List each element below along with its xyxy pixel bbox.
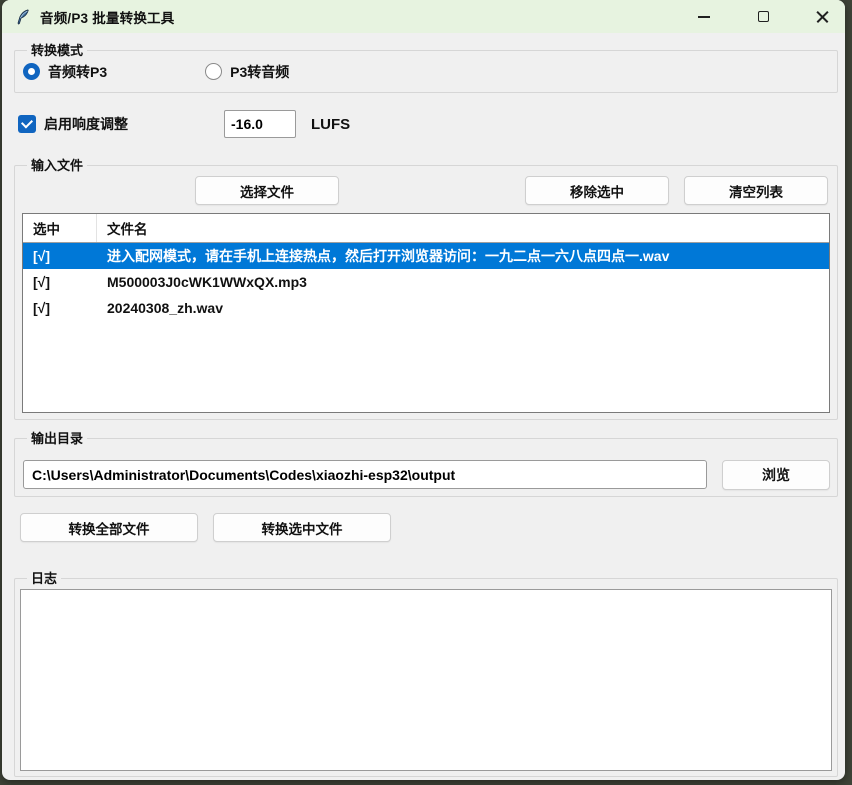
- mode-group-label: 转换模式: [27, 42, 87, 59]
- log-groupbox: 日志: [14, 578, 838, 777]
- radio-unselected-icon: [205, 63, 222, 80]
- row-checkmark: [√]: [23, 300, 97, 316]
- column-header-filename[interactable]: 文件名: [97, 214, 829, 242]
- minimize-button[interactable]: [681, 0, 727, 33]
- browse-button[interactable]: 浏览: [722, 460, 830, 490]
- close-icon: [816, 10, 829, 23]
- window-title: 音频/P3 批量转换工具: [40, 7, 174, 27]
- file-table: 选中 文件名 [√] 进入配网模式，请在手机上连接热点，然后打开浏览器访问：一九…: [22, 213, 830, 413]
- output-dir-groupbox: 输出目录 浏览: [14, 438, 838, 497]
- column-header-checked[interactable]: 选中: [23, 214, 97, 242]
- radio-p3-to-audio-label: P3转音频: [230, 62, 289, 82]
- convert-actions-row: 转换全部文件 转换选中文件: [20, 513, 838, 542]
- remove-selected-button[interactable]: 移除选中: [525, 176, 669, 205]
- input-files-groupbox: 输入文件 选择文件 移除选中 清空列表 选中 文件名 [√] 进入配网模式，请在…: [14, 165, 838, 420]
- select-files-button[interactable]: 选择文件: [195, 176, 339, 205]
- table-row[interactable]: [√] 进入配网模式，请在手机上连接热点，然后打开浏览器访问：一九二点一六八点四…: [23, 243, 829, 269]
- radio-selected-icon: [23, 63, 40, 80]
- maximize-icon: [758, 11, 769, 22]
- loudness-row: 启用响度调整 LUFS: [18, 110, 838, 138]
- row-filename: 20240308_zh.wav: [97, 300, 829, 316]
- radio-audio-to-p3-label: 音频转P3: [48, 62, 107, 82]
- feather-app-icon: [14, 8, 32, 26]
- minimize-icon: [698, 16, 710, 18]
- close-button[interactable]: [799, 0, 845, 33]
- loudness-checkbox-label: 启用响度调整: [44, 114, 128, 134]
- loudness-value-input[interactable]: [224, 110, 296, 138]
- log-textarea[interactable]: [20, 589, 832, 771]
- mode-options-row: 音频转P3 P3转音频: [15, 51, 837, 92]
- maximize-button[interactable]: [740, 0, 786, 33]
- clear-list-button[interactable]: 清空列表: [684, 176, 828, 205]
- window-body: 转换模式 音频转P3 P3转音频 启用响度调整 LUFS 输入文件 选择文件: [2, 50, 845, 777]
- radio-audio-to-p3[interactable]: 音频转P3: [23, 62, 107, 82]
- titlebar[interactable]: 音频/P3 批量转换工具: [2, 0, 845, 33]
- file-table-header: 选中 文件名: [23, 214, 829, 243]
- table-row[interactable]: [√] 20240308_zh.wav: [23, 295, 829, 321]
- row-filename: M500003J0cWK1WWxQX.mp3: [97, 274, 829, 290]
- row-checkmark: [√]: [23, 274, 97, 290]
- output-path-input[interactable]: [23, 460, 707, 489]
- radio-p3-to-audio[interactable]: P3转音频: [205, 62, 289, 82]
- convert-selected-button[interactable]: 转换选中文件: [213, 513, 391, 542]
- row-filename: 进入配网模式，请在手机上连接热点，然后打开浏览器访问：一九二点一六八点四点一.w…: [97, 246, 829, 266]
- lufs-unit-label: LUFS: [311, 116, 350, 133]
- mode-groupbox: 转换模式 音频转P3 P3转音频: [14, 50, 838, 93]
- convert-all-button[interactable]: 转换全部文件: [20, 513, 198, 542]
- window-controls: [681, 0, 845, 33]
- output-dir-label: 输出目录: [27, 430, 87, 447]
- loudness-checkbox[interactable]: [18, 115, 36, 133]
- app-window: 音频/P3 批量转换工具 转换模式 音频转P3 P3转音频: [2, 0, 845, 780]
- log-label: 日志: [27, 570, 61, 587]
- row-checkmark: [√]: [23, 248, 97, 264]
- table-row[interactable]: [√] M500003J0cWK1WWxQX.mp3: [23, 269, 829, 295]
- input-files-label: 输入文件: [27, 157, 87, 174]
